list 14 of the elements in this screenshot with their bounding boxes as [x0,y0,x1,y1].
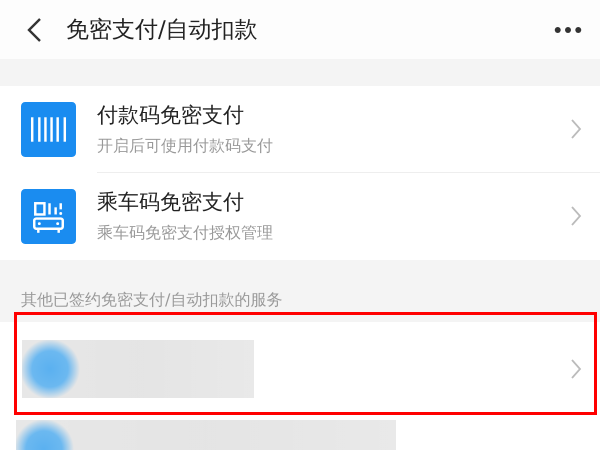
back-icon[interactable] [26,16,42,43]
service-title: 付款码免密支付 [97,102,245,129]
service-subtitle: 开启后可使用付款码支付 [97,136,274,157]
chevron-icon [570,205,582,228]
bus-qr-icon [21,188,76,244]
service-subtitle: 乘车码免密支付授权管理 [97,223,274,244]
section-label: 其他已签约免密支付/自动扣款的服务 [21,290,282,311]
chevron-icon [570,118,582,140]
barcode-icon [21,102,76,157]
more-icon[interactable] [554,26,582,34]
service-title: 乘车码免密支付 [97,189,245,216]
chevron-icon [570,358,582,380]
page-title: 免密支付/自动扣款 [66,16,259,46]
service-item[interactable]: 付款码免密支付 开启后可使用付款码支付 [0,86,600,173]
